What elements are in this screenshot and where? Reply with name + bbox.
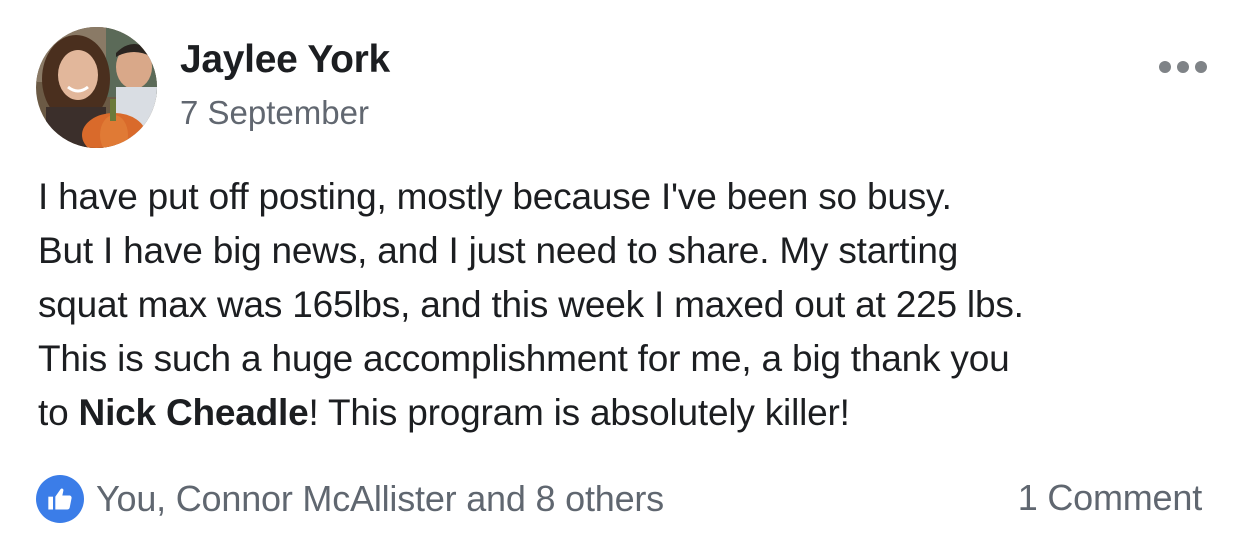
thumbs-up-icon — [36, 475, 84, 523]
post-text-line: I have put off posting, mostly because I… — [38, 176, 952, 217]
more-options-button[interactable] — [1150, 50, 1216, 84]
post-text-fragment: to — [38, 392, 79, 433]
more-horizontal-icon-dot — [1177, 61, 1189, 73]
post-text-line: to Nick Cheadle! This program is absolut… — [38, 386, 1228, 440]
more-horizontal-icon-dot — [1195, 61, 1207, 73]
author-avatar[interactable] — [36, 27, 157, 148]
avatar-photo — [36, 27, 157, 148]
thumbs-up-glyph — [48, 488, 72, 510]
post-text-line: But I have big news, and I just need to … — [38, 230, 959, 271]
post-text: I have put off posting, mostly because I… — [38, 170, 1228, 440]
author-name[interactable]: Jaylee York — [180, 38, 390, 82]
more-horizontal-icon — [1159, 61, 1171, 73]
reactions-summary[interactable]: You, Connor McAllister and 8 others — [36, 475, 664, 523]
mention-link[interactable]: Nick Cheadle — [79, 392, 309, 433]
reactions-text: You, Connor McAllister and 8 others — [96, 478, 664, 519]
post-text-line: squat max was 165lbs, and this week I ma… — [38, 284, 1024, 325]
post-text-fragment: ! This program is absolutely killer! — [308, 392, 850, 433]
post-text-line: This is such a huge accomplishment for m… — [38, 338, 1010, 379]
post-timestamp[interactable]: 7 September — [180, 94, 369, 132]
comment-count-link[interactable]: 1 Comment — [1018, 477, 1202, 519]
facebook-post: Jaylee York 7 September I have put off p… — [0, 0, 1242, 554]
